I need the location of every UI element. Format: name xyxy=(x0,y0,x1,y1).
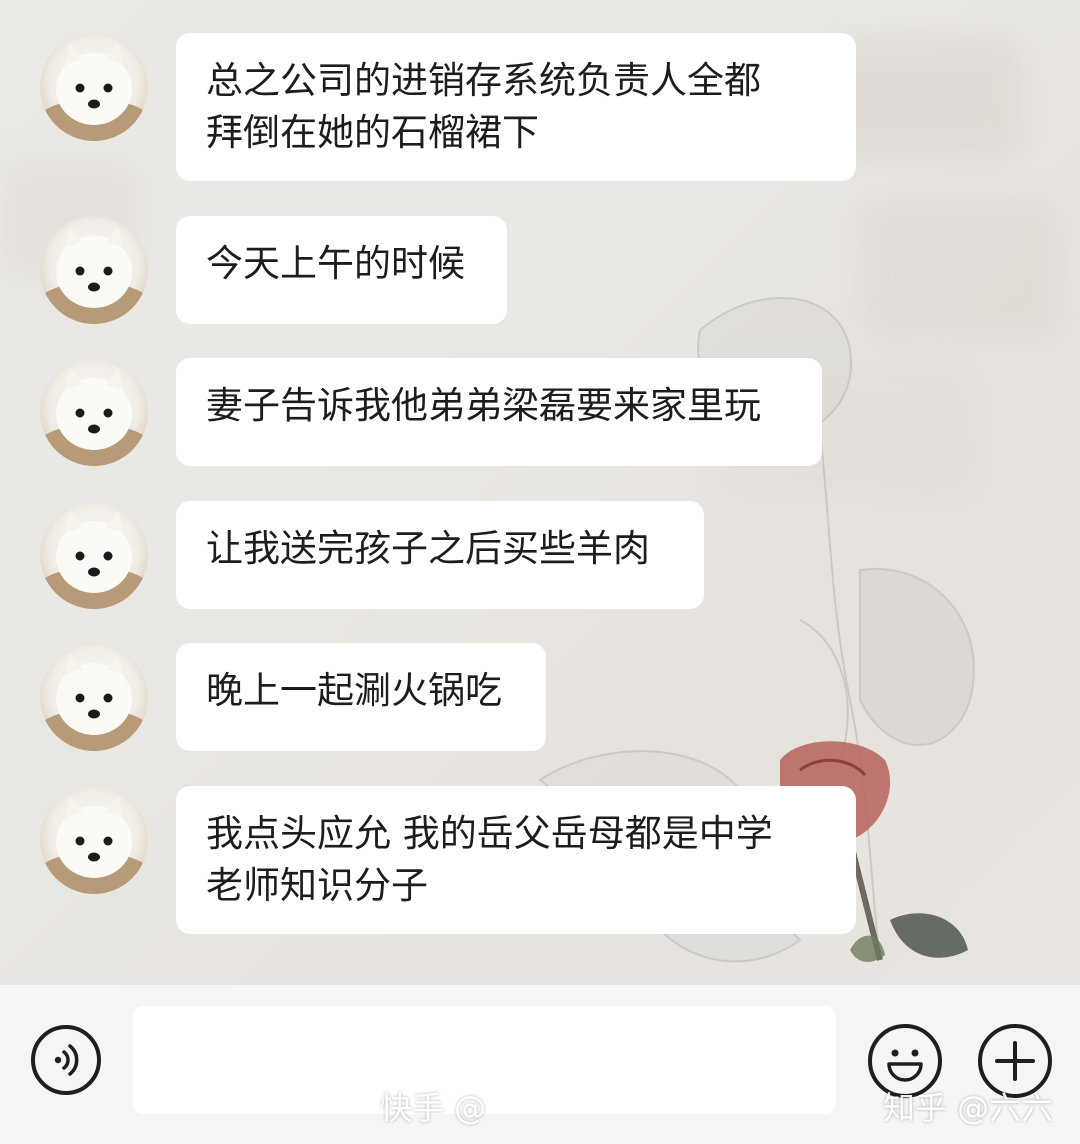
message-row: 晚上一起涮火锅吃 xyxy=(40,643,546,751)
voice-icon xyxy=(54,1044,79,1076)
avatar[interactable] xyxy=(40,501,148,609)
dog-avatar-image xyxy=(40,653,148,751)
message-bubble[interactable]: 让我送完孩子之后买些羊肉 xyxy=(176,501,704,609)
avatar[interactable] xyxy=(40,786,148,894)
message-bubble[interactable]: 今天上午的时候 xyxy=(176,216,507,324)
watermark-right: 知乎 @六六 xyxy=(883,1089,1054,1127)
message-bubble[interactable]: 总之公司的进销存系统负责人全都 拜倒在她的石榴裙下 xyxy=(176,33,856,181)
message-row: 今天上午的时候 xyxy=(40,216,507,324)
dog-avatar-image xyxy=(40,226,148,324)
dog-avatar-image xyxy=(40,43,148,141)
avatar[interactable] xyxy=(40,33,148,141)
message-row: 我点头应允 我的岳父岳母都是中学 老师知识分子 xyxy=(40,786,856,934)
message-bubble[interactable]: 晚上一起涮火锅吃 xyxy=(176,643,546,751)
voice-button[interactable] xyxy=(31,1025,101,1095)
dog-avatar-image xyxy=(40,796,148,894)
message-bubble[interactable]: 我点头应允 我的岳父岳母都是中学 老师知识分子 xyxy=(176,786,856,934)
message-row: 妻子告诉我他弟弟梁磊要来家里玩 xyxy=(40,358,822,466)
watermark-left: 快手 @ xyxy=(380,1089,487,1127)
avatar[interactable] xyxy=(40,643,148,751)
dog-avatar-image xyxy=(40,368,148,466)
message-bubble[interactable]: 妻子告诉我他弟弟梁磊要来家里玩 xyxy=(176,358,822,466)
dog-avatar-image xyxy=(40,511,148,609)
message-row: 让我送完孩子之后买些羊肉 xyxy=(40,501,704,609)
message-row: 总之公司的进销存系统负责人全都 拜倒在她的石榴裙下 xyxy=(40,33,856,181)
avatar[interactable] xyxy=(40,358,148,466)
avatar[interactable] xyxy=(40,216,148,324)
